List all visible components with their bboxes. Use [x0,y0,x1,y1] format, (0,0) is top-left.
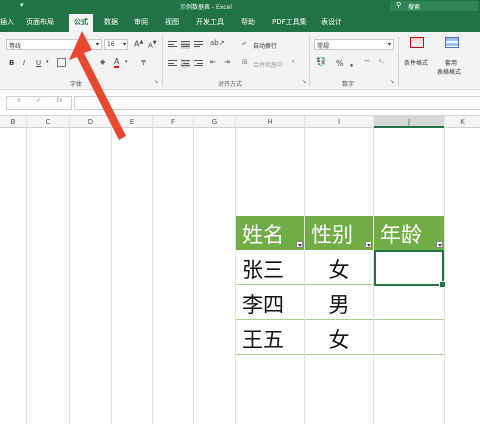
annotation-arrow-icon [69,31,126,140]
excel-window: ▾ 示例数据表 - Excel ⚲ 搜索 插入 页面布局 公式 数据 审阅 视图… [0,0,480,424]
